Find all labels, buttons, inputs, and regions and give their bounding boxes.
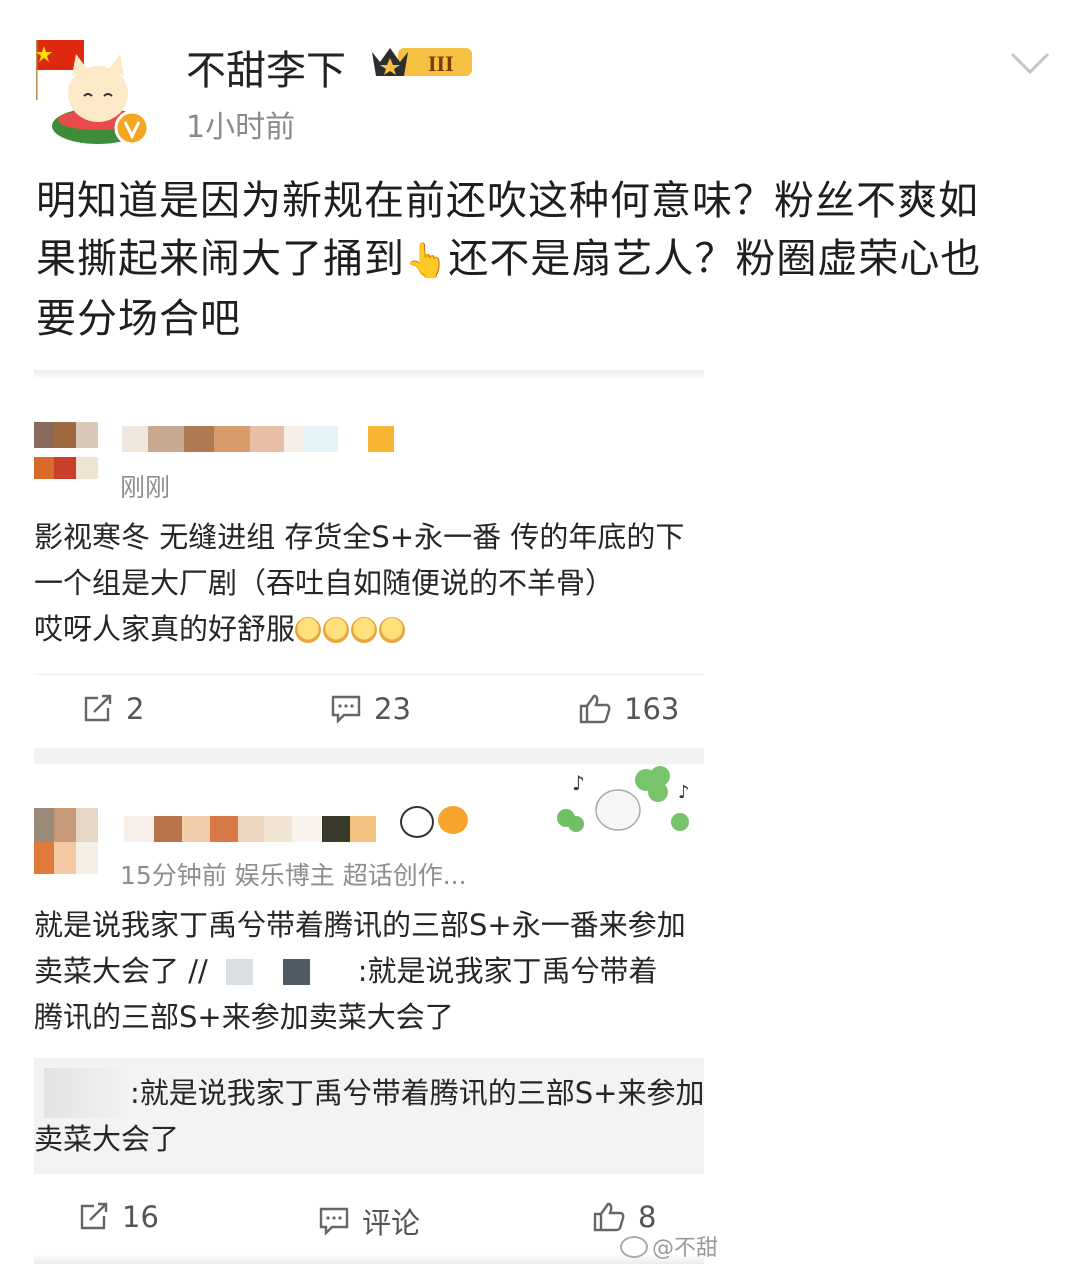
crown-badge-icon[interactable]: III [368, 42, 478, 82]
card-2-comment-button[interactable]: 评论 [318, 1200, 420, 1242]
comment-label: 评论 [362, 1206, 421, 1240]
embedded-post-card-1[interactable]: 刚刚 影视寒冬 无缝进组 存货全S+永一番 传的年底的下 一个组是大厂剧（吞吐自… [34, 370, 704, 748]
level-badge-text: III [428, 51, 454, 76]
card-1-comment-button[interactable]: 23 [330, 692, 411, 726]
card-1-line: 影视寒冬 无缝进组 存货全S+永一番 传的年底的下 [34, 520, 685, 554]
quoted-post-line: :就是说我家丁禹兮带着腾讯的三部S+来参加 [130, 1076, 704, 1110]
repost-count: 16 [122, 1200, 159, 1234]
card-1-like-button[interactable]: 163 [578, 692, 679, 726]
blurred-quote-author [44, 1068, 130, 1118]
laughing-emoji-icon [295, 617, 322, 643]
comment-count: 23 [374, 692, 411, 726]
card-2-line: 就是说我家丁禹兮带着腾讯的三部S+永一番来参加 [34, 908, 686, 942]
post-header: 不甜李下 III 1小时前 [0, 0, 1080, 160]
divider [34, 674, 704, 675]
card-1-line: 一个组是大厂剧（吞吐自如随便说的不羊骨） [34, 566, 615, 600]
blurred-avatar [34, 422, 98, 488]
comment-icon [319, 1207, 349, 1236]
card-bottom-edge [34, 1254, 704, 1264]
blurred-username [124, 816, 376, 842]
card-1-line: 哎呀人家真的好舒服 [34, 606, 704, 652]
weibo-logo-icon [620, 1236, 648, 1258]
laughing-emoji-icon [379, 617, 406, 643]
repost-count: 2 [126, 692, 145, 726]
card-2-repost-button[interactable]: 16 [78, 1200, 159, 1234]
embedded-post-card-2[interactable]: ♪ ♪ 15分钟前 娱乐博主 超话创作... 就是说我家丁禹兮带着腾讯的三部S+永… [34, 764, 704, 1264]
like-icon [579, 694, 611, 724]
card-2-line: 腾讯的三部S+来参加卖菜大会了 [34, 1000, 454, 1034]
svg-text:♪: ♪ [678, 782, 690, 803]
pointing-up-emoji: 👆 [405, 241, 449, 281]
card-separator [34, 748, 704, 764]
post-body-line: 明知道是因为新规在前还吹这种何意味？粉丝不爽如 [36, 178, 979, 224]
like-icon [593, 1202, 625, 1232]
laughing-emoji-icon [351, 617, 378, 643]
repost-icon [80, 1202, 108, 1230]
card-1-repost-button[interactable]: 2 [82, 692, 144, 726]
chevron-down-icon[interactable] [1008, 48, 1052, 78]
card-2-meta: 15分钟前 娱乐博主 超话创作... [120, 861, 467, 890]
laughing-emoji-icon [323, 617, 350, 643]
weibo-watermark: @不甜 [620, 1230, 718, 1262]
blurred-avatar [34, 808, 98, 874]
card-2-like-button[interactable]: 8 [592, 1200, 656, 1234]
card-1-timestamp: 刚刚 [120, 473, 171, 502]
comment-icon [331, 695, 361, 724]
like-count: 163 [624, 692, 680, 726]
post-body-text: 明知道是因为新规在前还吹这种何意味？粉丝不爽如 果撕起来闹大了捅到👆还不是扇艺人… [36, 172, 1052, 348]
svg-text:♪: ♪ [572, 771, 585, 795]
quoted-post[interactable]: :就是说我家丁禹兮带着腾讯的三部S+来参加 卖菜大会了 [34, 1058, 704, 1174]
user-avatar[interactable] [34, 40, 154, 146]
panda-emoji-icon [400, 806, 434, 838]
post-timestamp: 1小时前 [186, 110, 296, 145]
card-2-line: 卖菜大会了 //:就是说我家丁禹兮带着 [34, 954, 658, 988]
blurred-mention [207, 959, 358, 985]
blurred-username [122, 426, 394, 452]
clover-sticker-image: ♪ ♪ [546, 766, 702, 842]
post-body-line: 要分场合吧 [36, 296, 241, 342]
username[interactable]: 不甜李下 [186, 38, 346, 96]
like-count: 8 [638, 1200, 657, 1234]
card-edge [34, 370, 704, 380]
post-body-line: 果撕起来闹大了捅到👆还不是扇艺人？粉圈虚荣心也 [36, 236, 982, 282]
pufferfish-emoji-icon [438, 806, 468, 834]
repost-icon [84, 694, 112, 722]
quoted-post-line: 卖菜大会了 [34, 1122, 180, 1156]
